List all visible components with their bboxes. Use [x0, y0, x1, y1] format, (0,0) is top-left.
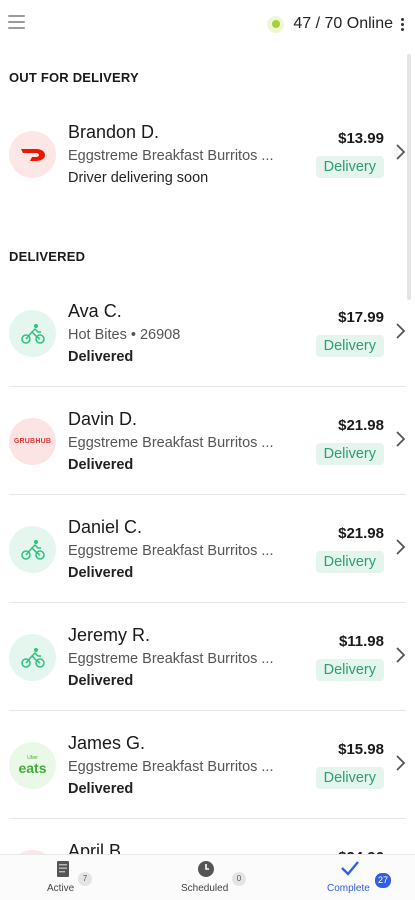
uber-eats-logo-text: eats: [18, 760, 47, 776]
order-items: Eggstreme Breakfast Burritos ...: [68, 543, 274, 559]
postmates-logo-icon: [9, 310, 56, 357]
order-row[interactable]: Uber eats James G. Eggstreme Breakfast B…: [0, 711, 415, 819]
chevron-right-icon: [396, 323, 406, 339]
customer-name: Ava C.: [68, 301, 122, 321]
section-header-out-for-delivery: OUT FOR DELIVERY: [9, 70, 139, 85]
delivery-badge: Delivery: [315, 551, 384, 573]
order-items: Eggstreme Breakfast Burritos ...: [68, 435, 274, 451]
chevron-right-icon: [396, 755, 406, 771]
grubhub-logo-text: GRUBHUB: [13, 438, 52, 445]
delivery-badge: Delivery: [315, 156, 384, 178]
chevron-right-icon: [396, 431, 406, 447]
chevron-right-icon: [396, 539, 406, 555]
order-row[interactable]: Jeremy R. Eggstreme Breakfast Burritos .…: [0, 603, 415, 711]
clock-icon: [198, 861, 214, 877]
order-price: $17.99: [338, 309, 384, 326]
online-status-text: 47 / 70 Online: [293, 15, 393, 32]
tab-count-badge: 27: [375, 873, 392, 888]
order-status: Driver delivering soon: [68, 170, 209, 186]
tab-scheduled[interactable]: Scheduled 0: [138, 855, 276, 900]
delivery-badge: Delivery: [315, 767, 384, 789]
order-row[interactable]: GRUBHUB Davin D. Eggstreme Breakfast Bur…: [0, 387, 415, 495]
order-items: Eggstreme Breakfast Burritos ...: [68, 651, 274, 667]
customer-name: Davin D.: [68, 409, 138, 429]
online-status[interactable]: 47 / 70 Online: [267, 12, 405, 36]
order-items: Eggstreme Breakfast Burritos ...: [68, 759, 274, 775]
grubhub-logo-icon: GRUBHUB: [9, 418, 56, 465]
order-price: $21.98: [338, 525, 384, 542]
tab-label: Scheduled: [181, 883, 229, 894]
order-row[interactable]: Daniel C. Eggstreme Breakfast Burritos .…: [0, 495, 415, 603]
tab-label: Complete: [327, 883, 370, 894]
order-status: Delivered: [68, 565, 134, 581]
checkmark-icon: [341, 861, 359, 876]
chevron-right-icon: [396, 647, 406, 663]
order-items: Hot Bites • 26908: [68, 327, 181, 343]
order-status: Delivered: [68, 673, 134, 689]
order-status: Delivered: [68, 781, 134, 797]
postmates-logo-icon: [9, 526, 56, 573]
tab-count-badge: 7: [78, 872, 92, 886]
delivery-badge: Delivery: [315, 443, 384, 465]
order-row[interactable]: Ava C. Hot Bites • 26908 Delivered $17.9…: [0, 279, 415, 387]
receipt-icon: [57, 861, 69, 877]
delivery-badge: Delivery: [315, 659, 384, 681]
tab-complete[interactable]: Complete 27: [277, 855, 415, 900]
order-price: $15.98: [338, 741, 384, 758]
order-items: Eggstreme Breakfast Burritos ...: [68, 148, 274, 164]
order-price: $11.98: [338, 633, 384, 650]
tab-active[interactable]: Active 7: [0, 855, 138, 900]
order-row[interactable]: Brandon D. Eggstreme Breakfast Burritos …: [0, 100, 415, 208]
doordash-logo-icon: [9, 131, 56, 178]
tab-count-badge: 0: [232, 872, 246, 886]
customer-name: Daniel C.: [68, 517, 143, 537]
customer-name: Jeremy R.: [68, 625, 151, 645]
order-status: Delivered: [68, 349, 134, 365]
order-price: $13.99: [338, 130, 384, 147]
customer-name: James G.: [68, 733, 146, 753]
order-price: $21.98: [338, 417, 384, 434]
top-bar: 47 / 70 Online: [0, 0, 415, 50]
order-status: Delivered: [68, 457, 134, 473]
postmates-logo-icon: [9, 634, 56, 681]
chevron-right-icon: [396, 144, 406, 160]
tab-label: Active: [47, 883, 75, 894]
kebab-more-icon[interactable]: [399, 17, 405, 32]
section-header-delivered: DELIVERED: [9, 249, 86, 264]
hamburger-menu-icon[interactable]: [8, 15, 25, 29]
customer-name: Brandon D.: [68, 122, 160, 142]
bottom-tab-bar: Active 7 Scheduled 0 Complete 27: [0, 854, 415, 900]
uber-eats-logo-icon: Uber eats: [9, 742, 56, 789]
online-status-dot-icon: [267, 15, 285, 33]
delivery-badge: Delivery: [315, 335, 384, 357]
